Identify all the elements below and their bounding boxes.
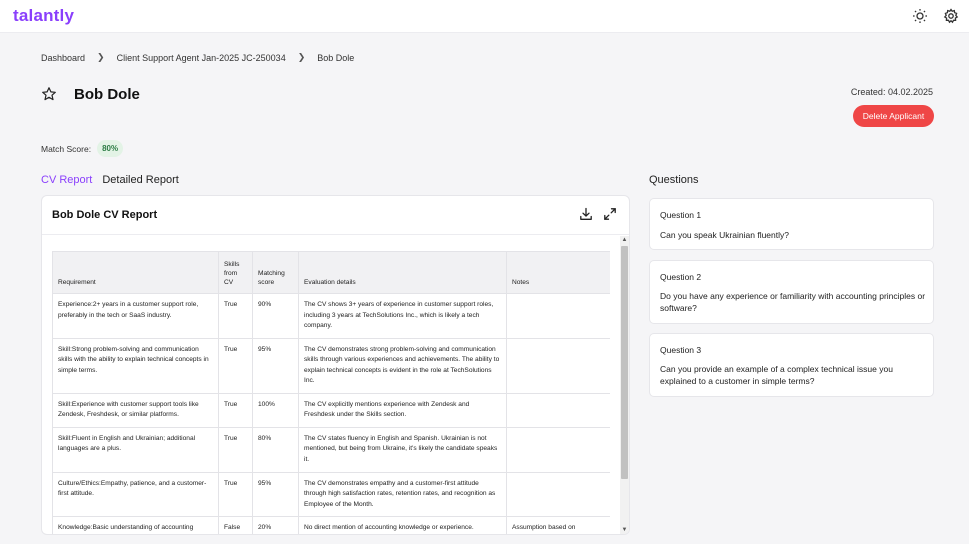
skills-cell: False bbox=[218, 516, 253, 534]
score-cell: 95% bbox=[252, 337, 299, 394]
delete-applicant-button[interactable]: Delete Applicant bbox=[853, 105, 934, 127]
requirement-cell: Culture/Ethics:Empathy, patience, and a … bbox=[52, 471, 219, 518]
tab-cv-report[interactable]: CV Report bbox=[41, 174, 92, 186]
download-icon[interactable] bbox=[579, 207, 593, 221]
table-row: Culture/Ethics:Empathy, patience, and a … bbox=[52, 471, 610, 518]
score-cell: 95% bbox=[252, 471, 299, 518]
table-scrollbar[interactable]: ▲ ▼ bbox=[620, 236, 629, 534]
skills-cell: True bbox=[218, 426, 253, 473]
skills-cell: True bbox=[218, 293, 253, 339]
requirement-cell: Knowledge:Basic understanding of account… bbox=[52, 516, 219, 534]
tab-detailed-report[interactable]: Detailed Report bbox=[102, 174, 178, 186]
score-cell: 100% bbox=[252, 392, 299, 428]
score-cell: 80% bbox=[252, 426, 299, 473]
question-text: Can you speak Ukrainian fluently? bbox=[660, 230, 789, 240]
details-cell: No direct mention of accounting knowledg… bbox=[298, 516, 507, 534]
column-header: Skills from CV bbox=[218, 251, 253, 294]
report-title: Bob Dole CV Report bbox=[52, 209, 158, 221]
question-label: Question 1 bbox=[660, 210, 702, 220]
requirement-cell: Experience:2+ years in a customer suppor… bbox=[52, 293, 219, 339]
notes-cell bbox=[506, 337, 610, 394]
details-cell: The CV shows 3+ years of experience in c… bbox=[298, 293, 507, 339]
question-label: Question 2 bbox=[660, 272, 702, 282]
star-icon[interactable] bbox=[41, 86, 57, 102]
table-row: Knowledge:Basic understanding of account… bbox=[52, 516, 610, 534]
skills-cell: True bbox=[218, 471, 253, 518]
notes-cell bbox=[506, 293, 610, 339]
match-score-label: Match Score: bbox=[41, 143, 92, 154]
cv-report-card: Bob Dole CV Report Requirement Skills fr… bbox=[41, 195, 630, 535]
requirement-cell: Skill:Experience with customer support t… bbox=[52, 392, 219, 428]
column-header: Evaluation details bbox=[298, 251, 507, 294]
table-row: Skill:Strong problem-solving and communi… bbox=[52, 337, 610, 394]
questions-title: Questions bbox=[649, 174, 699, 186]
question-text: Do you have any experience or familiarit… bbox=[660, 291, 926, 314]
skills-cell: True bbox=[218, 337, 253, 394]
report-table-container: Requirement Skills from CV Matching scor… bbox=[52, 251, 610, 534]
question-card: Question 1 Can you speak Ukrainian fluen… bbox=[649, 198, 934, 250]
expand-icon[interactable] bbox=[603, 207, 617, 221]
table-header-row: Requirement Skills from CV Matching scor… bbox=[52, 251, 610, 294]
notes-cell bbox=[506, 426, 610, 473]
table-row: Skill:Experience with customer support t… bbox=[52, 392, 610, 428]
question-card: Question 2 Do you have any experience or… bbox=[649, 260, 934, 324]
scrollbar-thumb[interactable] bbox=[621, 246, 628, 479]
table-row: Skill:Fluent in English and Ukrainian; a… bbox=[52, 426, 610, 473]
breadcrumb-applicant: Bob Dole bbox=[317, 52, 355, 63]
question-card: Question 3 Can you provide an example of… bbox=[649, 333, 934, 397]
created-date: Created: 04.02.2025 bbox=[850, 87, 933, 97]
notes-cell: Assumption based on transferable skills … bbox=[506, 516, 610, 534]
column-header: Notes bbox=[506, 251, 610, 294]
breadcrumb: Dashboard ❯ Client Support Agent Jan-202… bbox=[41, 52, 354, 63]
match-score-badge: 80% bbox=[97, 140, 124, 157]
report-tabs: CV Report Detailed Report bbox=[41, 174, 179, 186]
details-cell: The CV demonstrates empathy and a custom… bbox=[298, 471, 507, 518]
skills-cell: True bbox=[218, 392, 253, 428]
chevron-right-icon: ❯ bbox=[97, 52, 105, 62]
requirement-cell: Skill:Fluent in English and Ukrainian; a… bbox=[52, 426, 219, 473]
score-cell: 20% bbox=[252, 516, 299, 534]
breadcrumb-dashboard[interactable]: Dashboard bbox=[41, 53, 85, 63]
column-header: Matching score bbox=[252, 251, 299, 294]
sun-icon[interactable] bbox=[912, 8, 928, 24]
applicant-name: Bob Dole bbox=[74, 86, 140, 103]
requirement-cell: Skill:Strong problem-solving and communi… bbox=[52, 337, 219, 394]
card-divider bbox=[42, 234, 629, 235]
table-row: Experience:2+ years in a customer suppor… bbox=[52, 293, 610, 339]
app-logo[interactable]: talantly bbox=[13, 6, 74, 26]
question-label: Question 3 bbox=[660, 345, 702, 355]
details-cell: The CV states fluency in English and Spa… bbox=[298, 426, 507, 473]
score-cell: 90% bbox=[252, 293, 299, 339]
chevron-right-icon: ❯ bbox=[297, 52, 306, 62]
details-cell: The CV explicitly mentions experience wi… bbox=[298, 392, 507, 428]
scroll-up-arrow[interactable]: ▲ bbox=[621, 237, 628, 244]
scroll-down-arrow[interactable]: ▼ bbox=[621, 527, 628, 534]
breadcrumb-job[interactable]: Client Support Agent Jan-2025 JC-250034 bbox=[117, 53, 286, 63]
question-text: Can you provide an example of a complex … bbox=[660, 364, 893, 387]
notes-cell bbox=[506, 392, 610, 428]
report-table: Requirement Skills from CV Matching scor… bbox=[52, 251, 610, 534]
details-cell: The CV demonstrates strong problem-solvi… bbox=[298, 337, 507, 394]
top-bar: talantly bbox=[0, 0, 969, 33]
gear-icon[interactable] bbox=[943, 8, 959, 24]
notes-cell bbox=[506, 471, 610, 518]
match-score: Match Score: 80% bbox=[41, 140, 124, 157]
column-header: Requirement bbox=[52, 251, 219, 294]
